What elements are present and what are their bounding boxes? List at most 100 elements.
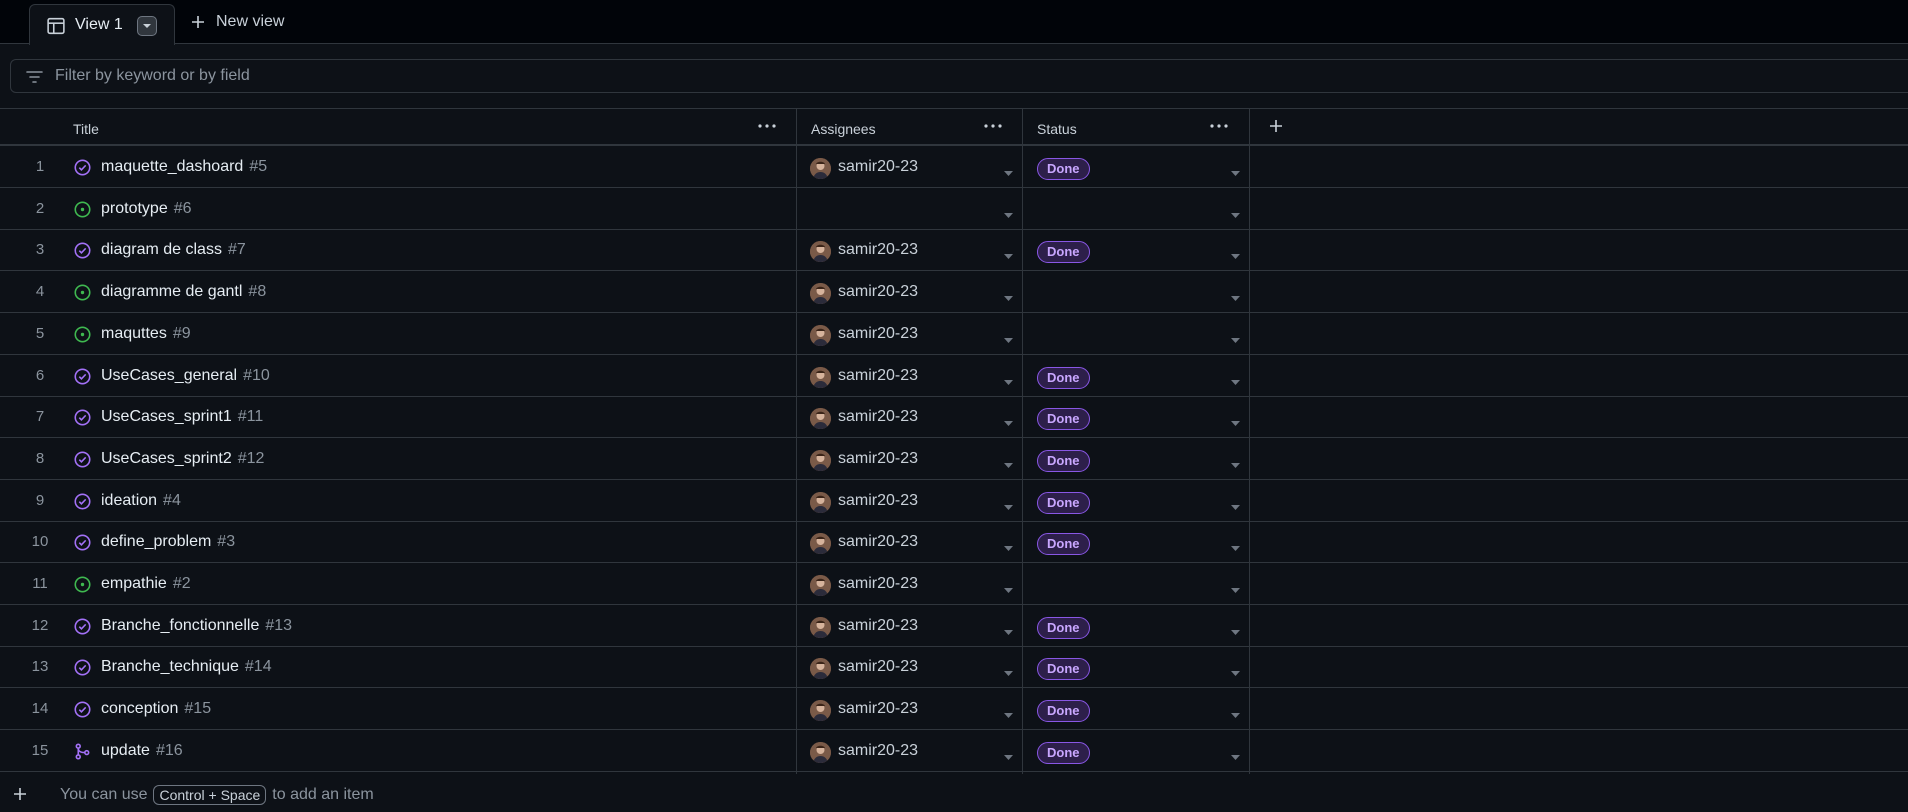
chevron-down-icon[interactable] — [1004, 289, 1013, 302]
add-item-row[interactable]: You can use Control + Space to add an it… — [0, 774, 1908, 812]
column-status-label: Status — [1037, 121, 1077, 137]
item-title: prototype — [101, 199, 168, 217]
chevron-down-icon[interactable] — [1004, 456, 1013, 468]
table-row[interactable]: 14 conception #15 samir20-23 Done — [0, 688, 1908, 731]
row-number: 14 — [31, 700, 49, 718]
more-options-icon[interactable] — [982, 117, 1004, 135]
new-view-button[interactable]: New view — [190, 13, 284, 31]
more-options-icon[interactable] — [756, 117, 778, 135]
table-row[interactable]: 11 empathie #2 samir20-23 — [0, 563, 1908, 605]
chevron-down-icon[interactable] — [1231, 498, 1240, 510]
item-title-link[interactable]: define_problem #3 — [101, 533, 235, 551]
add-item-hint: You can use Control + Space to add an it… — [60, 785, 374, 805]
tab-label: View 1 — [75, 16, 123, 33]
chevron-down-icon[interactable] — [1004, 206, 1013, 218]
tab-menu-button[interactable] — [137, 16, 157, 36]
item-title: diagram de class — [101, 241, 222, 259]
chevron-down-icon[interactable] — [1004, 414, 1013, 427]
chevron-down-icon[interactable] — [1231, 247, 1240, 260]
closed-issue-icon — [74, 159, 91, 176]
chevron-down-icon[interactable] — [1231, 289, 1240, 302]
chevron-down-icon[interactable] — [1231, 414, 1240, 427]
assignee-name: samir20-23 — [838, 158, 919, 175]
chevron-down-icon[interactable] — [1004, 498, 1013, 510]
table-row[interactable]: 15 update #16 samir20-23 Done — [0, 730, 1908, 772]
item-title-link[interactable]: update #16 — [101, 742, 183, 760]
chevron-down-icon[interactable] — [1231, 664, 1240, 677]
chevron-down-icon[interactable] — [1004, 539, 1013, 552]
item-title-link[interactable]: diagram de class #7 — [101, 241, 246, 259]
chevron-down-icon[interactable] — [1004, 164, 1013, 176]
plus-icon[interactable] — [12, 786, 28, 802]
column-divider[interactable] — [796, 108, 797, 774]
chevron-down-icon[interactable] — [1231, 373, 1240, 385]
table-row[interactable]: 8 UseCases_sprint2 #12 samir20-23 Done — [0, 438, 1908, 480]
issue-number: #7 — [227, 241, 246, 259]
chevron-down-icon[interactable] — [1231, 456, 1240, 468]
chevron-down-icon[interactable] — [1231, 706, 1240, 719]
chevron-down-icon[interactable] — [1004, 581, 1013, 593]
column-header-assignees[interactable]: Assignees — [811, 109, 876, 145]
table-row[interactable]: 13 Branche_technique #14 samir20-23 Done — [0, 646, 1908, 689]
table-row[interactable]: 4 diagramme de gantl #8 samir20-23 — [0, 271, 1908, 314]
add-field-icon[interactable] — [1268, 118, 1284, 134]
avatar — [810, 575, 831, 596]
column-header-status[interactable]: Status — [1037, 109, 1077, 145]
table-row[interactable]: 5 maquttes #9 samir20-23 — [0, 313, 1908, 355]
open-issue-icon — [74, 576, 91, 593]
column-divider[interactable] — [1022, 108, 1023, 774]
chevron-down-icon[interactable] — [1231, 623, 1240, 635]
item-title-link[interactable]: conception #15 — [101, 700, 211, 718]
status-badge: Done — [1037, 741, 1090, 764]
item-title: diagramme de gantl — [101, 283, 243, 301]
item-title-link[interactable]: UseCases_general #10 — [101, 367, 270, 385]
table-row[interactable]: 9 ideation #4 samir20-23 Done — [0, 480, 1908, 522]
table-row[interactable]: 2 prototype #6 — [0, 188, 1908, 230]
issue-number: #15 — [184, 700, 212, 718]
item-title-link[interactable]: Branche_technique #14 — [101, 658, 272, 676]
chevron-down-icon[interactable] — [1004, 623, 1013, 635]
table-row[interactable]: 1 maquette_dashoard #5 samir20-23 Done — [0, 146, 1908, 188]
filter-input[interactable] — [53, 60, 1853, 92]
chevron-down-icon[interactable] — [1231, 581, 1240, 593]
table-row[interactable]: 3 diagram de class #7 samir20-23 Done — [0, 229, 1908, 272]
chevron-down-icon[interactable] — [1004, 748, 1013, 760]
status-badge: Done — [1037, 533, 1090, 556]
item-title: Branche_technique — [101, 658, 239, 676]
row-number: 6 — [35, 366, 45, 384]
item-title-link[interactable]: UseCases_sprint1 #11 — [101, 408, 263, 426]
open-issue-icon — [74, 201, 91, 218]
table-row[interactable]: 6 UseCases_general #10 samir20-23 Done — [0, 355, 1908, 397]
row-number: 8 — [35, 449, 45, 467]
item-title-link[interactable]: ideation #4 — [101, 492, 181, 510]
more-options-icon[interactable] — [1208, 117, 1230, 135]
tab-view-1[interactable]: View 1 — [29, 4, 175, 45]
item-title-link[interactable]: UseCases_sprint2 #12 — [101, 450, 264, 468]
item-title-link[interactable]: maquttes #9 — [101, 325, 191, 343]
chevron-down-icon[interactable] — [1004, 331, 1013, 343]
chevron-down-icon[interactable] — [1231, 331, 1240, 343]
closed-issue-icon — [74, 534, 91, 551]
table-row[interactable]: 10 define_problem #3 samir20-23 Done — [0, 521, 1908, 564]
row-number: 12 — [31, 616, 49, 634]
chevron-down-icon[interactable] — [1004, 706, 1013, 719]
chevron-down-icon[interactable] — [1004, 247, 1013, 260]
chevron-down-icon[interactable] — [1231, 206, 1240, 218]
column-header-title[interactable]: Title — [73, 109, 99, 145]
chevron-down-icon[interactable] — [1231, 539, 1240, 552]
chevron-down-icon[interactable] — [1231, 164, 1240, 176]
item-title-link[interactable]: maquette_dashoard #5 — [101, 158, 267, 176]
avatar — [810, 283, 831, 305]
assignee-name: samir20-23 — [838, 700, 919, 718]
item-title-link[interactable]: empathie #2 — [101, 575, 191, 593]
chevron-down-icon[interactable] — [1231, 748, 1240, 760]
chevron-down-icon[interactable] — [1004, 373, 1013, 385]
column-divider[interactable] — [1249, 108, 1250, 774]
status-badge: Done — [1037, 408, 1090, 431]
table-row[interactable]: 7 UseCases_sprint1 #11 samir20-23 Done — [0, 396, 1908, 439]
item-title-link[interactable]: Branche_fonctionnelle #13 — [101, 617, 292, 635]
chevron-down-icon[interactable] — [1004, 664, 1013, 677]
table-row[interactable]: 12 Branche_fonctionnelle #13 samir20-23 Done — [0, 605, 1908, 647]
item-title-link[interactable]: prototype #6 — [101, 200, 192, 218]
item-title-link[interactable]: diagramme de gantl #8 — [101, 283, 266, 301]
